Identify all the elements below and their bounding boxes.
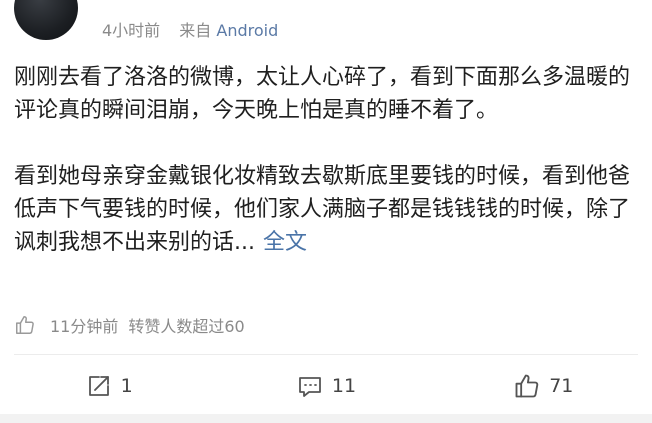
post-meta: 4小时前 来自 Android bbox=[102, 20, 278, 42]
comment-button[interactable]: 11 bbox=[217, 366, 434, 406]
repost-button[interactable]: 1 bbox=[0, 366, 217, 406]
full-text-link[interactable]: 全文 bbox=[263, 230, 307, 255]
avatar[interactable] bbox=[14, 0, 78, 40]
forward-stat: 转赞人数超过60 bbox=[128, 317, 245, 336]
repost-count: 1 bbox=[120, 375, 133, 397]
feed-separator bbox=[0, 414, 652, 423]
post-time: 4小时前 bbox=[102, 21, 161, 40]
like-count: 71 bbox=[549, 375, 574, 397]
status-row: 11分钟前 转赞人数超过60 bbox=[14, 313, 245, 337]
comment-count: 11 bbox=[331, 375, 357, 397]
source-prefix: 来自 bbox=[179, 21, 212, 40]
divider bbox=[14, 354, 638, 355]
like-button[interactable]: 71 bbox=[435, 366, 652, 406]
post-paragraph-text: 看到她母亲穿金戴银化妆精致去歇斯底里要钱的时候，看到他爸低声下气要钱的时候，他们… bbox=[14, 164, 631, 255]
post-paragraph: 刚刚去看了洛洛的微博，太让人心碎了，看到下面那么多温暖的评论真的瞬间泪崩，今天晚… bbox=[14, 65, 631, 123]
ellipsis: ... bbox=[234, 230, 255, 255]
status-time: 11分钟前 bbox=[50, 317, 119, 336]
thumbs-up-icon[interactable] bbox=[14, 314, 36, 336]
thumbs-up-icon bbox=[515, 374, 539, 398]
action-bar: 1 11 71 bbox=[0, 366, 652, 406]
post-body: 刚刚去看了洛洛的微博，太让人心碎了，看到下面那么多温暖的评论真的瞬间泪崩，今天晚… bbox=[14, 61, 640, 259]
repost-icon bbox=[88, 376, 109, 396]
comment-icon bbox=[298, 377, 321, 397]
post-paragraph: 看到她母亲穿金戴银化妆精致去歇斯底里要钱的时候，看到他爸低声下气要钱的时候，他们… bbox=[14, 160, 640, 259]
source-device: Android bbox=[216, 21, 279, 40]
